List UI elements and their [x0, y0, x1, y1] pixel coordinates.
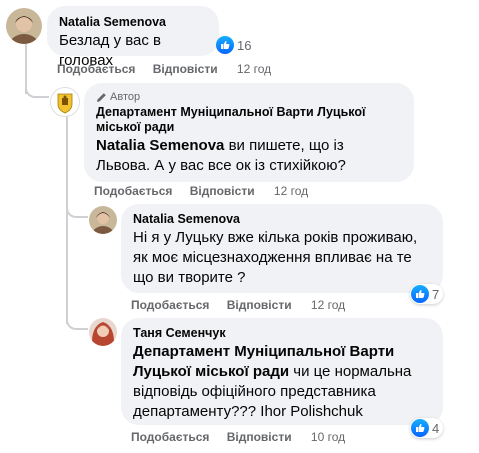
- comment-time[interactable]: 10 год: [311, 430, 345, 444]
- like-button[interactable]: Подобається: [131, 298, 209, 312]
- like-button[interactable]: Подобається: [57, 62, 135, 76]
- like-reaction-icon: [216, 36, 234, 54]
- reply-button[interactable]: Відповісти: [227, 298, 292, 312]
- like-reaction-icon: [411, 285, 429, 303]
- reply-button[interactable]: Відповісти: [153, 62, 218, 76]
- thread-line: [66, 114, 68, 324]
- reaction-count[interactable]: 16: [216, 36, 251, 54]
- comment-actions: Подобається Відповісти 12 год: [131, 298, 359, 312]
- comment-bubble: Автор Департамент Муніципальної Варти Лу…: [84, 83, 414, 182]
- thread-connector: [66, 312, 88, 330]
- thread-connector: [66, 200, 88, 218]
- avatar[interactable]: [6, 8, 42, 44]
- like-button[interactable]: Подобається: [131, 430, 209, 444]
- reaction-count[interactable]: 7: [410, 284, 444, 304]
- author-badge-label: Автор: [110, 91, 141, 103]
- pencil-icon: [97, 92, 106, 102]
- comment-bubble: Natalia Semenova Безлад у вас в головах: [47, 6, 219, 69]
- comment-time[interactable]: 12 год: [311, 298, 345, 312]
- comment-text: Департамент Муніципальної Варти Луцької …: [133, 342, 431, 422]
- comment-author[interactable]: Таня Семенчук: [133, 326, 431, 340]
- comment-actions: Подобається Відповісти 10 год: [131, 430, 359, 444]
- avatar[interactable]: [89, 206, 117, 234]
- author-badge: Автор: [96, 91, 402, 103]
- comment-bubble: Natalia Semenova Ні я у Луцьку вже кільк…: [121, 204, 443, 293]
- comment-author[interactable]: Natalia Semenova: [133, 212, 431, 226]
- comment-text: Ні я у Луцьку вже кілька років проживаю,…: [133, 229, 418, 286]
- comment-text: Natalia Semenova ви пишете, що із Львова…: [96, 136, 396, 176]
- page-avatar[interactable]: [50, 87, 80, 117]
- reaction-number: 16: [237, 37, 252, 53]
- mention-link[interactable]: Natalia Semenova: [96, 137, 224, 154]
- comment-actions: Подобається Відповісти 12 год: [94, 184, 322, 198]
- comment-bubble: Таня Семенчук Департамент Муніципальної …: [121, 318, 443, 425]
- reaction-number: 7: [432, 286, 440, 302]
- avatar[interactable]: [89, 318, 117, 346]
- like-reaction-icon: [411, 419, 429, 437]
- comment-author[interactable]: Департамент Муніципальної Варти Луцької …: [96, 105, 396, 135]
- like-button[interactable]: Подобається: [94, 184, 172, 198]
- thread-connector: [25, 80, 49, 98]
- reply-button[interactable]: Відповісти: [190, 184, 255, 198]
- comment-time[interactable]: 12 год: [274, 184, 308, 198]
- comment-author[interactable]: Natalia Semenova: [59, 15, 207, 29]
- comment-time[interactable]: 12 год: [237, 62, 271, 76]
- reaction-count[interactable]: 4: [410, 418, 444, 438]
- comment-actions: Подобається Відповісти 12 год: [57, 62, 285, 76]
- reply-button[interactable]: Відповісти: [227, 430, 292, 444]
- reaction-number: 4: [432, 420, 440, 436]
